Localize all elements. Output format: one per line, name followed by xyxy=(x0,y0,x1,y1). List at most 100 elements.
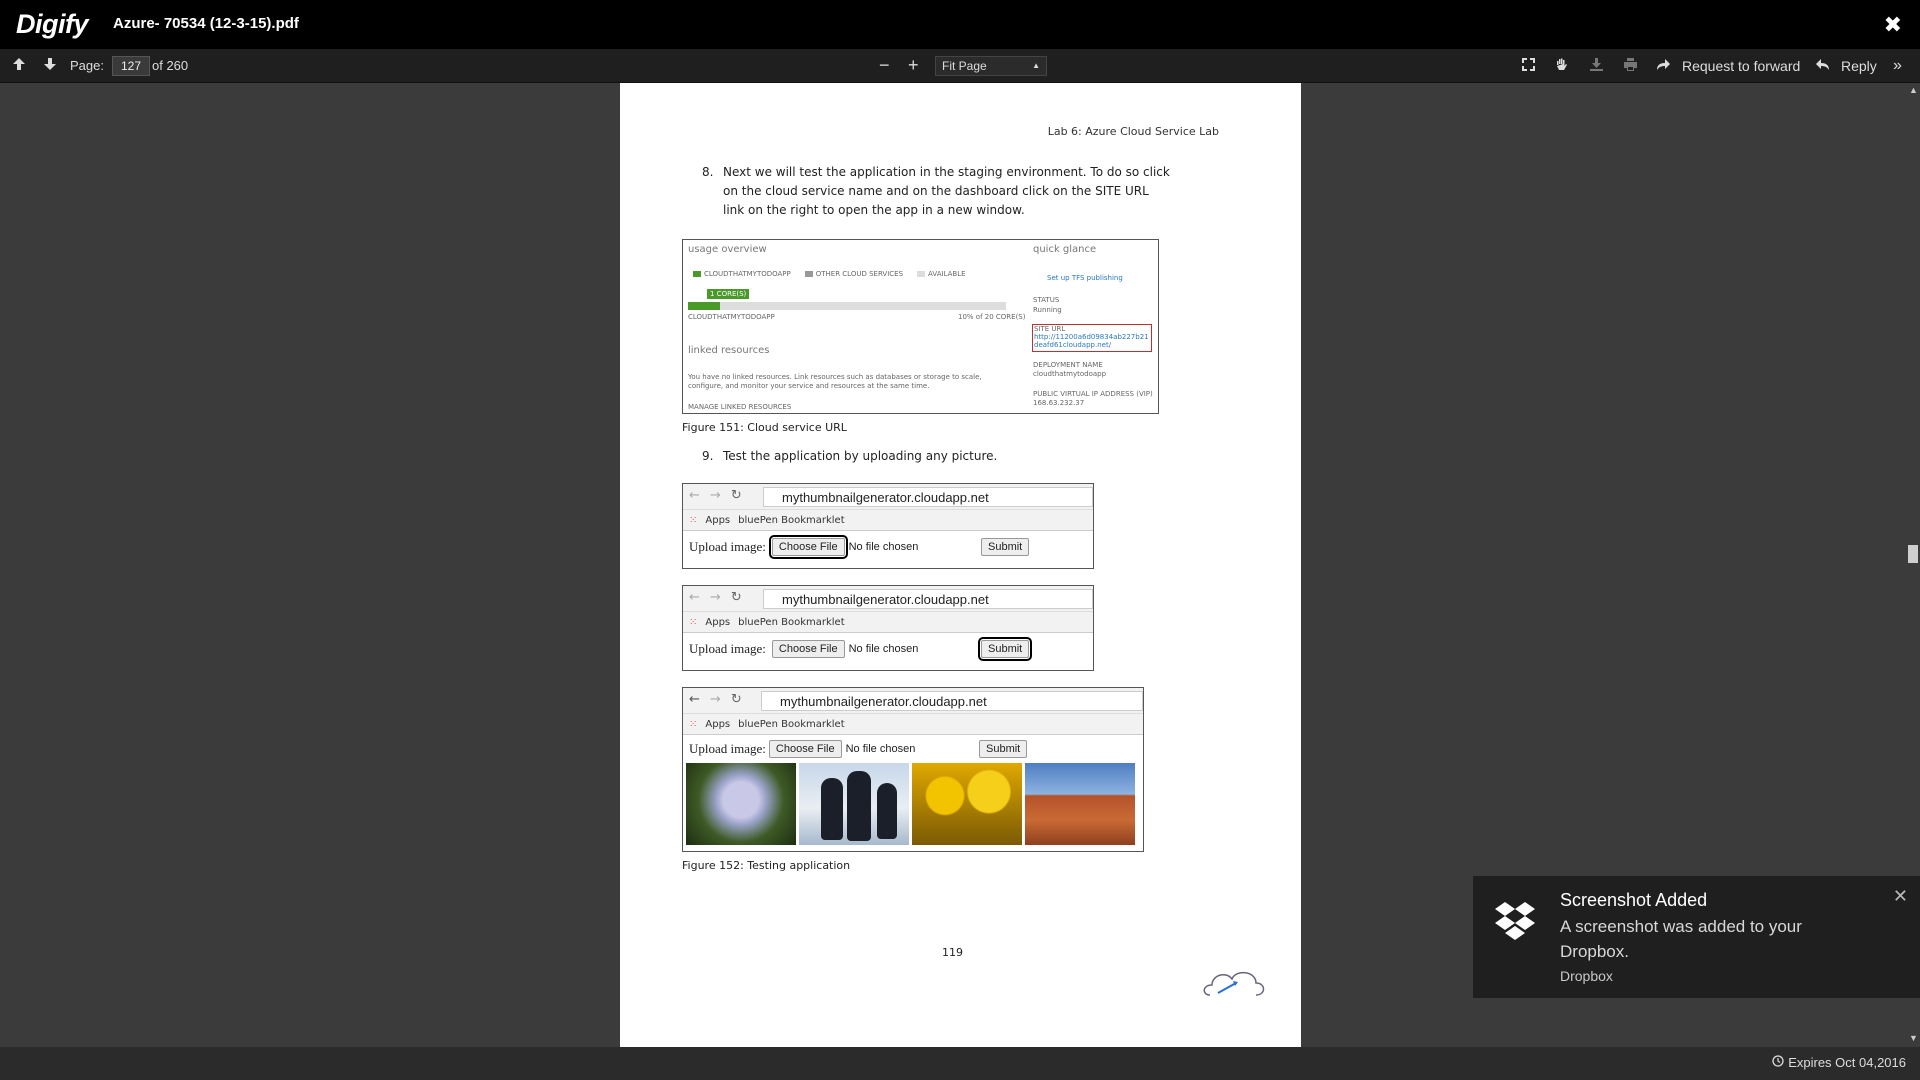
choose-file-image: Choose File xyxy=(771,640,845,658)
url-text: mythumbnailgenerator.cloudapp.net xyxy=(761,691,1143,711)
bluepen-bookmark: bluePen Bookmarklet xyxy=(738,514,845,526)
bluepen-bookmark: bluePen Bookmarklet xyxy=(738,616,845,628)
step-8-number: 8. xyxy=(702,165,714,179)
status-bar: Expires Oct 04,2016 xyxy=(0,1047,1920,1080)
quick-glance-title: quick glance xyxy=(1033,244,1097,255)
fullscreen-icon[interactable] xyxy=(1521,57,1536,75)
site-url-highlight: SITE URL http://11200a6d09834ab227b21dea… xyxy=(1032,324,1152,352)
clock-icon xyxy=(1772,1055,1784,1070)
cloud-logo-icon xyxy=(1200,963,1270,1007)
figure-152-caption: Figure 152: Testing application xyxy=(682,859,851,872)
dropbox-icon xyxy=(1493,898,1537,947)
browser-screenshot-1: ← → ↻ mythumbnailgenerator.cloudapp.net ⁙ … xyxy=(682,483,1094,569)
step-9-text: Test the application by uploading any pi… xyxy=(723,449,998,463)
previous-page-icon[interactable] xyxy=(12,57,26,74)
reply-link[interactable]: Reply xyxy=(1841,58,1877,74)
manage-linked-link: MANAGE LINKED RESOURCES xyxy=(688,403,792,411)
apps-bookmark: Apps xyxy=(705,718,731,730)
scroll-thumb[interactable] xyxy=(1908,545,1918,563)
submit-image: Submit xyxy=(979,740,1028,758)
hydrangea-thumbnail xyxy=(686,763,796,845)
usage-bar xyxy=(688,302,1006,310)
submit-highlight: Submit xyxy=(977,637,1033,661)
page-header: Lab 6: Azure Cloud Service Lab xyxy=(1047,125,1219,138)
status-label: STATUS xyxy=(1033,296,1060,304)
legend-available: AVAILABLE xyxy=(928,270,966,278)
apps-bookmark: Apps xyxy=(705,514,731,526)
notification-close-icon[interactable]: ✕ xyxy=(1893,886,1908,907)
notification-source: Dropbox xyxy=(1560,968,1613,984)
zoom-value: Fit Page xyxy=(942,58,987,73)
page-number-input[interactable] xyxy=(112,55,150,76)
browser-screenshot-3: ← → ↻ mythumbnailgenerator.cloudapp.net ⁙ … xyxy=(682,687,1144,852)
dropbox-notification[interactable]: Screenshot Added A screenshot was added … xyxy=(1473,876,1920,998)
legend-other: OTHER CLOUD SERVICES xyxy=(815,270,904,278)
pdf-page: Lab 6: Azure Cloud Service Lab 8. Next w… xyxy=(620,83,1301,1047)
zoom-select[interactable]: Fit Page ▲ xyxy=(935,55,1047,76)
expiry-text: Expires Oct 04,2016 xyxy=(1788,1055,1906,1070)
upload-label: Upload image: xyxy=(689,641,766,656)
upload-label: Upload image: xyxy=(689,741,766,756)
deployment-value: cloudthatmytodoapp xyxy=(1033,370,1107,378)
no-file-text: No file chosen xyxy=(845,743,916,755)
vip-value: 168.63.232.37 xyxy=(1033,399,1085,407)
deployment-label: DEPLOYMENT NAME xyxy=(1033,361,1103,369)
upload-label: Upload image: xyxy=(689,539,766,554)
linked-resources-text: You have no linked resources. Link resou… xyxy=(688,373,982,390)
select-arrows-icon: ▲ xyxy=(1032,61,1040,70)
page-label: Page: xyxy=(70,58,104,73)
site-url-label: SITE URL xyxy=(1034,325,1066,333)
step-8-text: Next we will test the application in the… xyxy=(723,165,1170,217)
figure-151-caption: Figure 151: Cloud service URL xyxy=(682,421,847,434)
next-page-icon[interactable] xyxy=(43,57,57,74)
apps-bookmark: Apps xyxy=(705,616,731,628)
more-tools-icon[interactable]: » xyxy=(1893,57,1902,75)
cores-badge: 1 CORE(S) xyxy=(707,289,750,299)
browser-screenshot-2: ← → ↻ mythumbnailgenerator.cloudapp.net ⁙ … xyxy=(682,585,1094,671)
tfs-link: Set up TFS publishing xyxy=(1047,274,1123,282)
penguins-thumbnail xyxy=(799,763,909,845)
desert-thumbnail xyxy=(1025,763,1135,845)
usage-overview-title: usage overview xyxy=(688,244,767,255)
site-url-value: http://11200a6d09834ab227b21deafd61cloud… xyxy=(1034,333,1149,349)
apps-grid-icon: ⁙ xyxy=(689,718,698,730)
submit-image: Submit xyxy=(981,538,1030,556)
tulips-thumbnail xyxy=(912,763,1022,845)
request-forward-link[interactable]: Request to forward xyxy=(1682,58,1800,74)
usage-app-name: CLOUDTHATMYTODOAPP xyxy=(688,313,775,321)
zoom-out-icon[interactable]: − xyxy=(879,55,890,76)
step-9-number: 9. xyxy=(702,449,714,463)
hand-tool-icon[interactable] xyxy=(1554,57,1569,75)
apps-grid-icon: ⁙ xyxy=(689,616,698,628)
figure-151-image: usage overview CLOUDTHATMYTODOAPP OTHER … xyxy=(682,239,1159,414)
toolbar: Page: of 260 − + Fit Page ▲ Request xyxy=(0,49,1920,83)
zoom-in-icon[interactable]: + xyxy=(908,55,919,76)
vip-label: PUBLIC VIRTUAL IP ADDRESS (VIP) xyxy=(1033,390,1153,398)
url-text: mythumbnailgenerator.cloudapp.net xyxy=(763,589,1093,609)
usage-cores-pct: 10% of 20 CORE(S) xyxy=(958,313,1026,321)
notification-body: A screenshot was added to your Dropbox. xyxy=(1560,917,1802,961)
url-text: mythumbnailgenerator.cloudapp.net xyxy=(763,487,1093,507)
document-title: Azure- 70534 (12-3-15).pdf xyxy=(113,15,299,32)
page-number: 119 xyxy=(942,946,963,959)
linked-resources-title: linked resources xyxy=(688,345,770,356)
legend-app: CLOUDTHATMYTODOAPP xyxy=(704,270,791,278)
title-bar: Digify Azure- 70534 (12-3-15).pdf ✖ xyxy=(0,0,1920,49)
notification-title: Screenshot Added xyxy=(1560,890,1708,910)
download-icon[interactable] xyxy=(1589,57,1604,75)
scroll-down-icon[interactable]: ▼ xyxy=(1909,1033,1918,1043)
status-value: Running xyxy=(1033,306,1062,314)
choose-file-image: Choose File xyxy=(768,740,842,758)
thumbnail-gallery xyxy=(683,763,1143,848)
close-icon[interactable]: ✖ xyxy=(1884,12,1902,38)
app-logo: Digify xyxy=(16,9,89,39)
no-file-text: No file chosen xyxy=(848,643,919,655)
forward-icon[interactable] xyxy=(1656,57,1671,75)
no-file-text: No file chosen xyxy=(848,541,919,553)
scroll-up-icon[interactable]: ▲ xyxy=(1909,85,1918,95)
choose-file-highlight: Choose File xyxy=(768,535,848,559)
reply-icon[interactable] xyxy=(1815,57,1830,75)
bluepen-bookmark: bluePen Bookmarklet xyxy=(738,718,845,730)
print-icon[interactable] xyxy=(1623,57,1638,75)
apps-grid-icon: ⁙ xyxy=(689,514,698,526)
